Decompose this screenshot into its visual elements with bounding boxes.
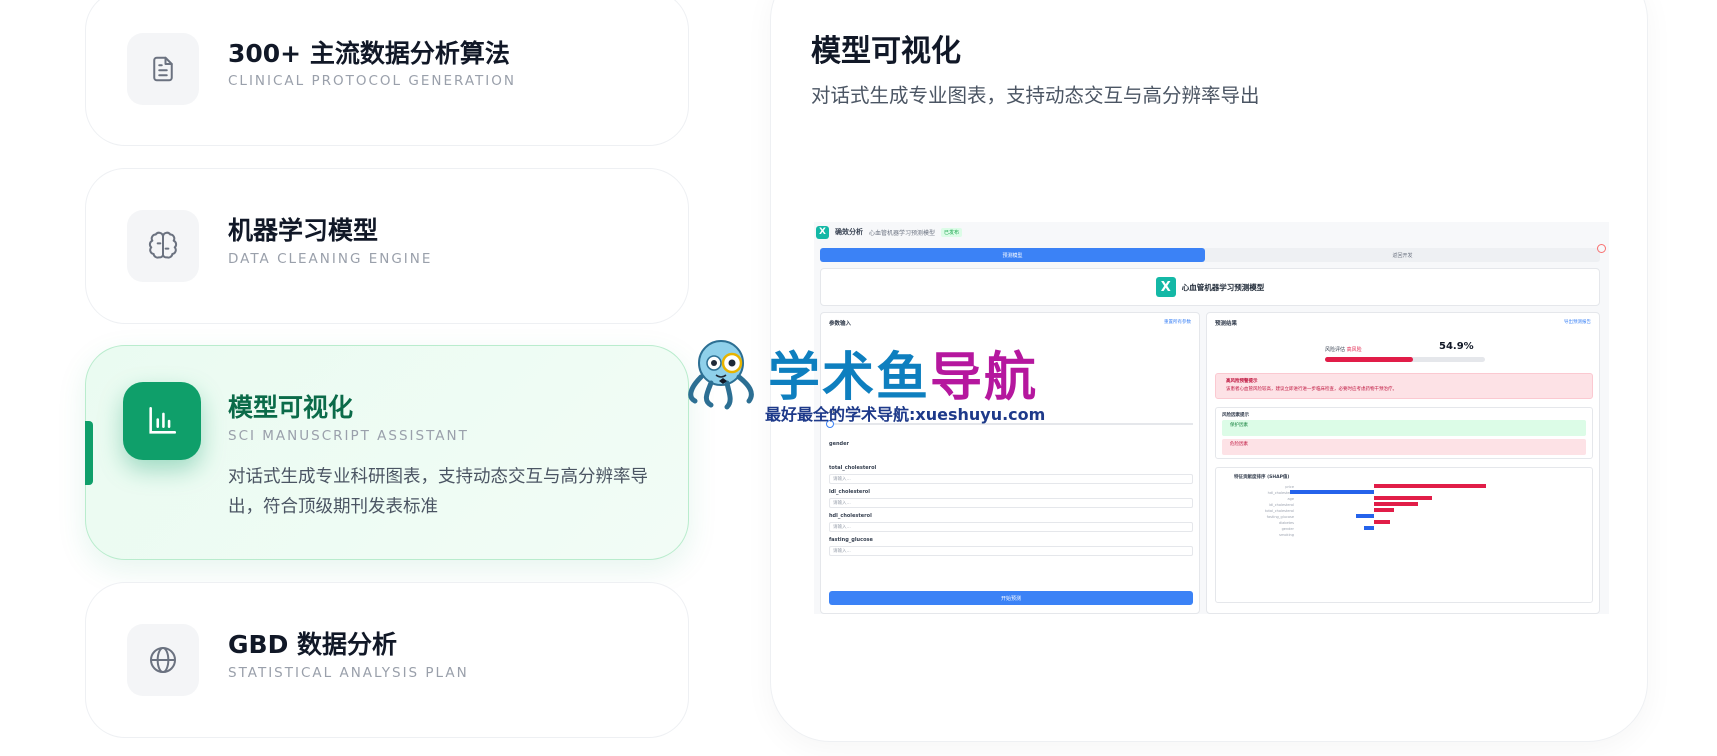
feature-title: 机器学习模型 <box>228 216 379 245</box>
shap-tick-label: age <box>1287 497 1294 501</box>
shap-bar <box>1290 490 1374 494</box>
shap-bar <box>1374 508 1394 512</box>
bar-chart-icon <box>123 382 201 460</box>
feature-description: 对话式生成专业科研图表，支持动态交互与高分辨率导出，符合顶级期刊发表标准 <box>228 467 648 517</box>
feature-subtitle: CLINICAL PROTOCOL GENERATION <box>228 73 516 89</box>
preview-title: 模型可视化 <box>811 34 961 69</box>
shap-tick-label: fasting_glucose <box>1267 515 1294 519</box>
page: 300+ 主流数据分析算法 CLINICAL PROTOCOL GENERATI… <box>0 0 1717 756</box>
shap-box: 特征贡献度排序 (SHAP值) price hdl_cholesterol age l… <box>1215 467 1593 603</box>
field-hdl[interactable]: hdl_cholesterol 请输入... <box>829 513 1193 532</box>
shap-bar <box>1374 520 1390 524</box>
reset-link[interactable]: 重置所有参数 <box>1164 319 1191 325</box>
protective-factor: 保护因素 <box>1222 420 1586 436</box>
feature-subtitle: SCI MANUSCRIPT ASSISTANT <box>228 428 469 444</box>
probability-fill <box>1325 357 1413 362</box>
app-logo-icon: X <box>816 225 829 239</box>
feature-title: GBD 数据分析 <box>228 630 398 659</box>
shap-bar <box>1364 526 1374 530</box>
globe-icon <box>127 624 199 696</box>
feature-title: 模型可视化 <box>228 393 354 422</box>
feature-card-visualization[interactable]: 模型可视化 SCI MANUSCRIPT ASSISTANT 对话式生成专业科研… <box>85 345 689 560</box>
field-ldl[interactable]: ldl_cholesterol 请输入... <box>829 489 1193 508</box>
field-total-cholesterol[interactable]: total_cholesterol 请输入... <box>829 465 1193 484</box>
hero-title: 心血管机器学习预测模型 <box>1181 282 1265 292</box>
shap-bar <box>1374 496 1432 500</box>
shap-tick-label: smoking <box>1279 533 1294 537</box>
result-panel: 预测结果 导出预测报告 风险评估 高风险 54.9% 高风险预警提示 该患者心血… <box>1206 312 1600 614</box>
shap-bar <box>1374 484 1486 488</box>
watermark-logo-text: 学术鱼导航 <box>768 348 1039 408</box>
shap-tick-label: ldl_cholesterol <box>1269 503 1294 507</box>
document-icon <box>127 33 199 105</box>
tab-predict[interactable]: 预测模型 <box>820 248 1205 262</box>
app-breadcrumb: 心血管机器学习预测模型 <box>869 229 936 237</box>
field-gender[interactable]: gender <box>829 441 1193 447</box>
export-link[interactable]: 导出预测报告 <box>1564 319 1591 325</box>
watermark-subtitle: 最好最全的学术导航:xueshuyu.com <box>765 405 1046 424</box>
shap-tick-label: price <box>1285 485 1294 489</box>
result-panel-title: 预测结果 <box>1215 321 1238 327</box>
predict-button[interactable]: 开始预测 <box>829 591 1193 605</box>
field-fasting-glucose[interactable]: fasting_glucose 请输入... <box>829 537 1193 556</box>
status-badge: 已发布 <box>941 227 963 237</box>
app-hero: X 心血管机器学习预测模型 <box>820 268 1600 306</box>
feature-card-machine-learning[interactable]: 机器学习模型 DATA CLEANING ENGINE <box>85 168 689 324</box>
tab-back[interactable]: 返回开发 <box>1205 248 1600 262</box>
feature-subtitle: STATISTICAL ANALYSIS PLAN <box>228 665 469 681</box>
close-icon[interactable] <box>1597 244 1606 253</box>
hero-logo-icon: X <box>1155 277 1176 297</box>
app-topbar: X 确效分析 心血管机器学习预测模型 已发布 <box>814 222 1609 242</box>
input-panel-title: 参数输入 <box>829 321 852 327</box>
preview-subtitle: 对话式生成专业图表，支持动态交互与高分辨率导出 <box>811 84 1260 107</box>
shap-bar <box>1374 502 1418 506</box>
risk-factor: 危险因素 <box>1222 439 1586 455</box>
feature-subtitle: DATA CLEANING ENGINE <box>228 251 433 267</box>
shap-chart: pricehdl_cholesterolageldl_cholesterolto… <box>1265 484 1486 537</box>
feature-card-gbd[interactable]: GBD 数据分析 STATISTICAL ANALYSIS PLAN <box>85 582 689 738</box>
probability-bar <box>1325 357 1485 362</box>
feature-card-algorithms[interactable]: 300+ 主流数据分析算法 CLINICAL PROTOCOL GENERATI… <box>85 0 689 146</box>
feature-title: 300+ 主流数据分析算法 <box>228 39 510 68</box>
app-tabs: 预测模型 返回开发 <box>820 248 1600 262</box>
risk-alert: 高风险预警提示 该患者心血管风险较高，建议立即进行进一步临床检查，必要时应考虑药… <box>1215 373 1593 399</box>
shap-bar <box>1356 514 1374 518</box>
active-indicator <box>85 421 93 485</box>
octopus-mascot-icon <box>688 340 754 410</box>
shap-tick-label: gender <box>1282 527 1295 531</box>
probability-value: 54.9% <box>1439 341 1474 352</box>
watermark: 学术鱼导航 最好最全的学术导航:xueshuyu.com <box>683 335 1053 427</box>
probability-label: 风险评估 高风险 <box>1325 347 1362 353</box>
factors-box: 风险因素提示 保护因素 危险因素 <box>1215 407 1593 459</box>
shap-tick-label: total_cholesterol <box>1265 509 1294 513</box>
app-brand: 确效分析 <box>835 228 863 236</box>
shap-tick-label: diabetes <box>1279 521 1294 525</box>
brain-icon <box>127 210 199 282</box>
